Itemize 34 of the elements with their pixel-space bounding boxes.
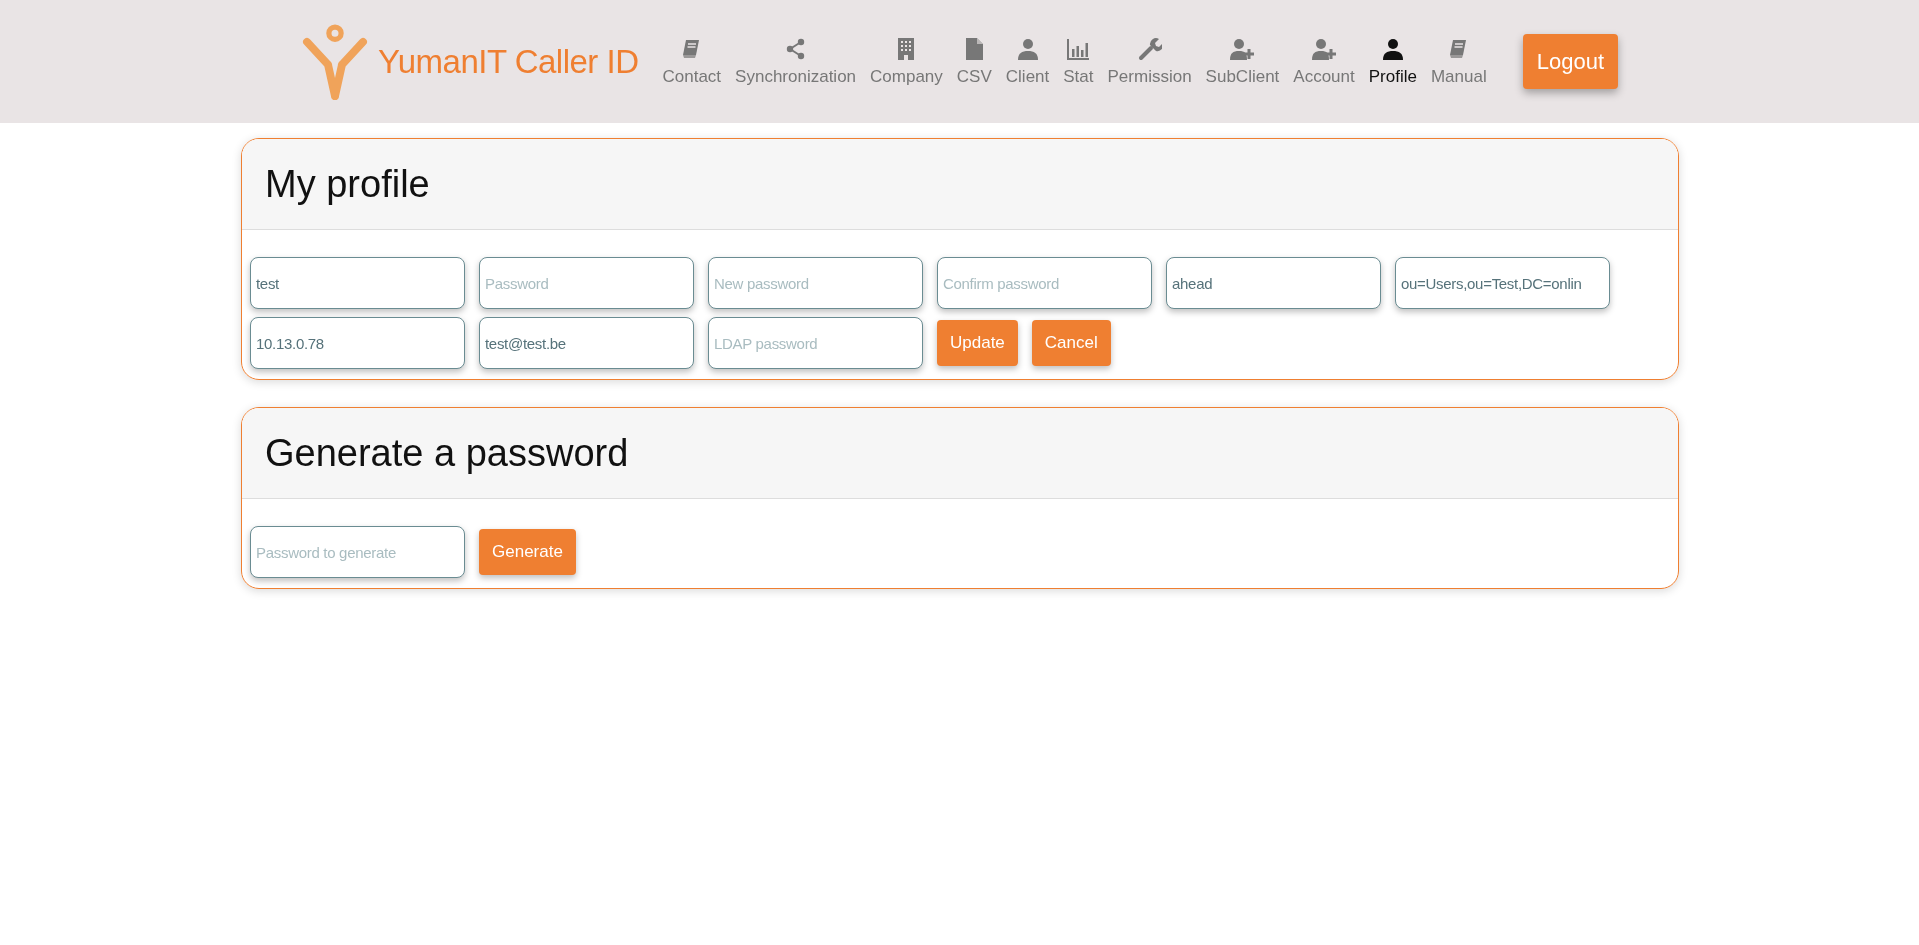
card-title: My profile (265, 162, 430, 206)
input-field[interactable]: ou=Users,ou=Test,DC=onlin (1395, 257, 1610, 309)
nav-link[interactable]: Client (1005, 36, 1050, 87)
input-field[interactable]: test (250, 257, 465, 309)
nav-link[interactable]: Account (1293, 36, 1355, 87)
nav-link[interactable]: SubClient (1205, 36, 1280, 87)
input-field[interactable]: Confirm password (937, 257, 1152, 309)
nav-link[interactable]: Profile (1368, 36, 1417, 87)
input-field[interactable]: Password to generate (250, 526, 465, 578)
input-field[interactable]: New password (708, 257, 923, 309)
input-field[interactable]: ahead (1166, 257, 1381, 309)
input-field[interactable]: LDAP password (708, 317, 923, 369)
form-button[interactable]: Update (937, 320, 1018, 366)
input-field[interactable]: test@test.be (479, 317, 694, 369)
user-icon (1015, 36, 1040, 61)
wrench-icon (1137, 36, 1162, 61)
nav-link[interactable]: Company (870, 36, 943, 87)
input-field[interactable]: Password (479, 257, 694, 309)
nav-link[interactable]: Permission (1107, 36, 1192, 87)
input-field[interactable]: 10.13.0.78 (250, 317, 465, 369)
nav-link[interactable]: CSV (956, 36, 992, 87)
bar-chart-icon (1066, 36, 1091, 61)
add-user-icon (1312, 36, 1337, 61)
form-button[interactable]: Generate (479, 529, 576, 575)
nav-link[interactable]: Stat (1063, 36, 1094, 87)
nav-link[interactable]: Synchronization (735, 36, 857, 87)
nav-link[interactable]: Manual (1430, 36, 1487, 87)
nav-link[interactable]: Contact (662, 36, 722, 87)
logout-button[interactable]: Logout (1522, 34, 1618, 89)
user-icon (1380, 36, 1405, 61)
form-button[interactable]: Cancel (1031, 320, 1111, 366)
brand-name: YumanIT Caller ID (378, 42, 639, 81)
add-user-icon (1230, 36, 1255, 61)
card-title: Generate a password (265, 431, 629, 475)
